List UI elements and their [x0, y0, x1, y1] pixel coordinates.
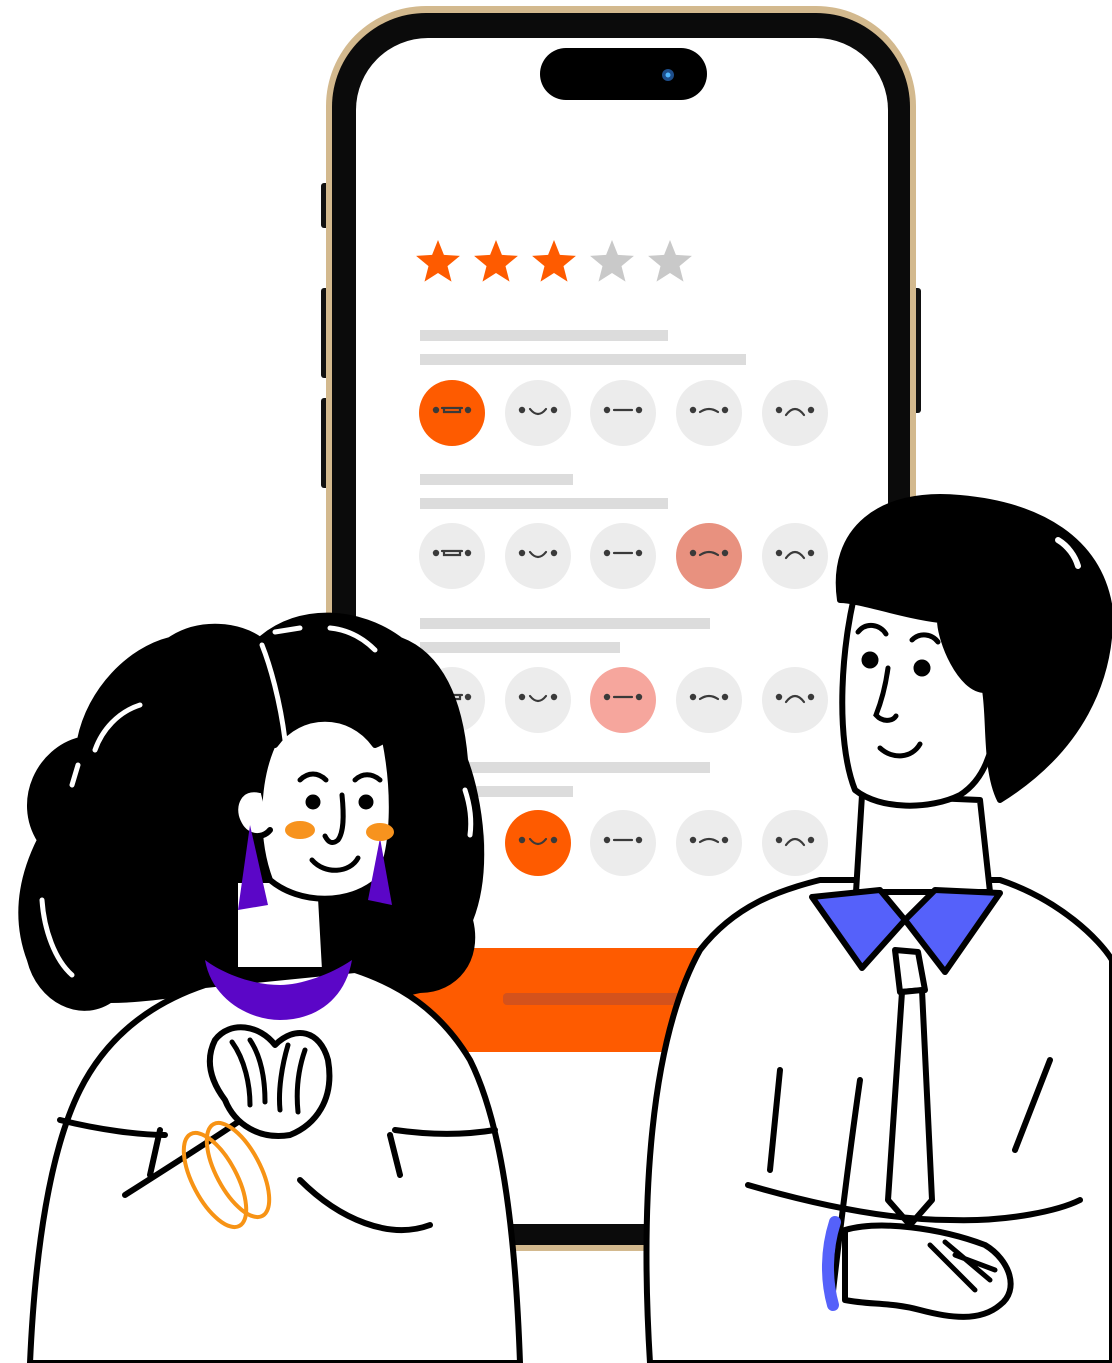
- smile-face-icon[interactable]: [505, 810, 571, 876]
- man-tie: [892, 947, 928, 995]
- frown-face-icon[interactable]: [762, 380, 828, 446]
- smile-face-icon[interactable]: [505, 523, 571, 589]
- woman-shirt: [27, 967, 523, 1363]
- man-neck: [853, 792, 993, 895]
- woman-cheek-blush: [366, 823, 394, 841]
- grin-face-icon[interactable]: [419, 380, 485, 446]
- woman-cheek-blush: [285, 821, 315, 839]
- slight-frown-face-icon[interactable]: [676, 380, 742, 446]
- neutral-face-icon[interactable]: [590, 667, 656, 733]
- grin-face-icon[interactable]: [419, 523, 485, 589]
- smile-face-icon[interactable]: [505, 667, 571, 733]
- slight-frown-face-icon[interactable]: [676, 667, 742, 733]
- illustration-scene: [18, 6, 1112, 1363]
- neutral-face-icon[interactable]: [590, 380, 656, 446]
- frown-face-icon[interactable]: [762, 523, 828, 589]
- slight-frown-face-icon[interactable]: [676, 523, 742, 589]
- smile-face-icon[interactable]: [505, 380, 571, 446]
- slight-frown-face-icon[interactable]: [676, 810, 742, 876]
- neutral-face-icon[interactable]: [590, 810, 656, 876]
- dynamic-island: [540, 48, 707, 100]
- frown-face-icon[interactable]: [762, 810, 828, 876]
- neutral-face-icon[interactable]: [590, 523, 656, 589]
- frown-face-icon[interactable]: [762, 667, 828, 733]
- man-sleeve-cuff: [822, 1216, 841, 1311]
